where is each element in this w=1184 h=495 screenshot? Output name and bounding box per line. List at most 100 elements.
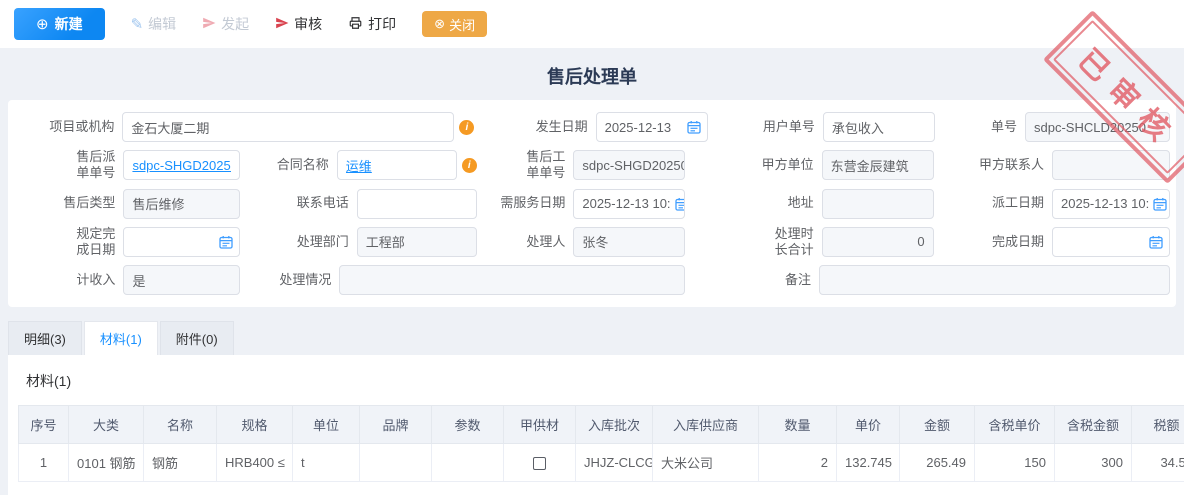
- field-handle-status: 处理情况: [240, 265, 685, 295]
- col-category: 大类: [69, 406, 144, 444]
- calendar-icon[interactable]: [219, 235, 233, 249]
- count-income-input[interactable]: 是: [123, 265, 240, 295]
- info-icon[interactable]: i: [459, 120, 474, 135]
- need-service-date-value: 2025-12-13 10:: [582, 196, 670, 211]
- handler-input[interactable]: 张冬: [573, 227, 685, 257]
- cell-params: [432, 444, 504, 482]
- print-button[interactable]: 打印: [348, 14, 396, 34]
- cell-amount-tax: 300: [1055, 444, 1132, 482]
- field-remark: 备注: [685, 265, 1170, 295]
- calendar-icon[interactable]: [1153, 197, 1167, 211]
- dispatch-date-input[interactable]: 2025-12-13 10:: [1052, 189, 1170, 219]
- field-label: 处理部门: [240, 234, 356, 250]
- order-form: 项目或机构 金石大厦二期 i 发生日期 2025-12-13 用户单号 承包收入…: [8, 100, 1176, 307]
- field-label: 单号: [935, 119, 1025, 135]
- field-count-income: 计收入 是: [14, 265, 240, 295]
- calendar-icon[interactable]: [687, 120, 701, 134]
- user-order-no-value: 承包收入: [832, 118, 884, 137]
- form-row-5: 计收入 是 处理情况 备注: [14, 265, 1170, 295]
- duration-total-input[interactable]: 0: [822, 227, 934, 257]
- send-icon: [275, 16, 289, 33]
- pencil-icon: ✎: [131, 17, 144, 32]
- doc-no-value: sdpc-SHCLD20250: [1034, 120, 1146, 135]
- field-label: 计收入: [14, 272, 123, 288]
- contract-name-input[interactable]: 运维: [337, 150, 457, 180]
- form-row-3: 售后类型 售后维修 联系电话 需服务日期 2025-12-13 10: 地址 派…: [14, 189, 1170, 219]
- dispatch-no-input[interactable]: sdpc-SHGD202500: [123, 150, 240, 180]
- party-a-unit-value: 东营金辰建筑: [831, 156, 909, 175]
- col-unit: 单位: [293, 406, 360, 444]
- field-label: 完成日期: [934, 234, 1052, 250]
- plus-circle-icon: ⊕: [36, 15, 49, 33]
- col-amount-tax: 含税金额: [1055, 406, 1132, 444]
- field-phone: 联系电话: [240, 189, 476, 219]
- handle-status-input[interactable]: [339, 265, 685, 295]
- tab-detail[interactable]: 明细(3): [8, 321, 82, 355]
- form-row-2: 售后派单单号 sdpc-SHGD202500 合同名称 运维 i 售后工单单号 …: [14, 149, 1170, 182]
- field-dispatch-no: 售后派单单号 sdpc-SHGD202500: [14, 149, 240, 182]
- address-input[interactable]: [822, 189, 934, 219]
- need-service-date-input[interactable]: 2025-12-13 10:: [573, 189, 685, 219]
- owner-supplied-checkbox[interactable]: [533, 457, 546, 470]
- info-icon[interactable]: i: [462, 158, 477, 173]
- user-order-no-input[interactable]: 承包收入: [823, 112, 935, 142]
- toolbar: ⊕新建 ✎编辑 发起 审核 打印 ⊗关闭: [0, 0, 1184, 48]
- field-label: 规定完成日期: [67, 226, 123, 259]
- field-label: 需服务日期: [477, 195, 574, 211]
- tab-attachment[interactable]: 附件(0): [160, 321, 234, 355]
- initiate-button[interactable]: 发起: [202, 14, 249, 34]
- cell-unit: t: [293, 444, 360, 482]
- handler-value: 张冬: [582, 232, 608, 251]
- field-label: 用户单号: [708, 119, 823, 135]
- form-row-1: 项目或机构 金石大厦二期 i 发生日期 2025-12-13 用户单号 承包收入…: [14, 112, 1170, 142]
- duration-total-value: 0: [917, 234, 924, 249]
- field-label: 发生日期: [474, 119, 595, 135]
- work-order-no-input[interactable]: sdpc-SHGD202500: [573, 150, 685, 180]
- dispatch-no-link[interactable]: sdpc-SHGD202500: [132, 158, 231, 173]
- field-label: 地址: [685, 195, 821, 211]
- col-params: 参数: [432, 406, 504, 444]
- contract-name-link[interactable]: 运维: [346, 156, 372, 175]
- occur-date-input[interactable]: 2025-12-13: [596, 112, 708, 142]
- field-label: 售后工单单号: [517, 149, 573, 182]
- field-label: 备注: [685, 272, 819, 288]
- field-occur-date: 发生日期 2025-12-13: [474, 112, 707, 142]
- page-title: 售后处理单: [0, 48, 1184, 100]
- party-a-unit-input[interactable]: 东营金辰建筑: [822, 150, 934, 180]
- form-row-4: 规定完成日期 处理部门 工程部 处理人 张冬 处理时长合计 0 完成日期: [14, 226, 1170, 259]
- close-circle-icon: ⊗: [434, 16, 445, 32]
- material-section-title: 材料(1): [18, 367, 1184, 405]
- field-party-a-contact: 甲方联系人: [934, 150, 1170, 180]
- edit-button[interactable]: ✎编辑: [131, 14, 177, 34]
- field-label: 处理时长合计: [766, 226, 822, 259]
- cell-brand: [360, 444, 432, 482]
- calendar-icon[interactable]: [675, 197, 686, 211]
- close-button-label: 关闭: [449, 15, 475, 34]
- service-type-input[interactable]: 售后维修: [123, 189, 240, 219]
- project-input[interactable]: 金石大厦二期: [122, 112, 454, 142]
- col-price: 单价: [837, 406, 900, 444]
- finish-date-input[interactable]: [1052, 227, 1170, 257]
- remark-input[interactable]: [819, 265, 1170, 295]
- field-label: 售后派单单号: [67, 149, 123, 182]
- field-party-a-unit: 甲方单位 东营金辰建筑: [685, 150, 933, 180]
- field-required-finish-date: 规定完成日期: [14, 226, 240, 259]
- new-button[interactable]: ⊕新建: [14, 8, 105, 40]
- close-button[interactable]: ⊗关闭: [422, 11, 487, 37]
- party-a-contact-input[interactable]: [1052, 150, 1170, 180]
- project-value: 金石大厦二期: [131, 118, 209, 137]
- col-supplier: 入库供应商: [653, 406, 759, 444]
- phone-input[interactable]: [357, 189, 477, 219]
- dispatch-date-value: 2025-12-13 10:: [1061, 196, 1149, 211]
- review-button[interactable]: 审核: [275, 14, 322, 34]
- required-finish-date-input[interactable]: [123, 227, 240, 257]
- tab-material[interactable]: 材料(1): [84, 321, 158, 355]
- col-brand: 品牌: [360, 406, 432, 444]
- occur-date-value: 2025-12-13: [605, 120, 672, 135]
- col-amount: 金额: [900, 406, 975, 444]
- printer-icon: [348, 16, 363, 33]
- calendar-icon[interactable]: [1149, 235, 1163, 249]
- work-order-no-value: sdpc-SHGD202500: [582, 158, 685, 173]
- handle-dept-input[interactable]: 工程部: [357, 227, 477, 257]
- doc-no-input[interactable]: sdpc-SHCLD20250: [1025, 112, 1170, 142]
